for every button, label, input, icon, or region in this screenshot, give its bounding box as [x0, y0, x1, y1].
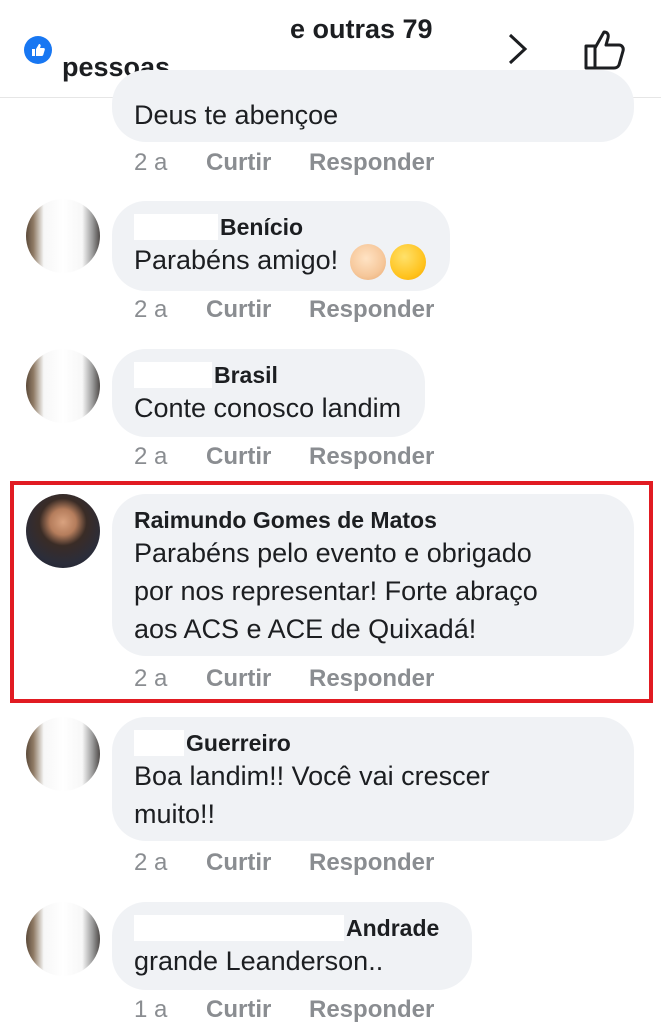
avatar[interactable] [26, 199, 100, 273]
comment-bubble: Andrade grande Leanderson.. [112, 902, 472, 990]
comment-author[interactable]: Raimundo Gomes de Matos [134, 506, 610, 534]
comment-bubble: Brasil Conte conosco landim [112, 349, 426, 437]
reply-button[interactable]: Responder [309, 296, 434, 324]
avatar[interactable] [26, 349, 100, 423]
reply-button[interactable]: Responder [309, 443, 434, 471]
comment-actions: 1 a Curtir Responder [134, 996, 434, 1024]
comment-text: Parabéns amigo! [134, 245, 339, 275]
comment-text: Conte conosco landim [134, 393, 402, 423]
comment-bubble: Deus te abençoe [112, 70, 634, 142]
reactions-count-label[interactable]: e outras 79 [290, 14, 433, 45]
comment-text-line3: aos ACS e ACE de Quixadá! [134, 614, 477, 644]
comment-time: 1 a [134, 996, 168, 1023]
comment-actions: 2 a Curtir Responder [134, 665, 434, 693]
comment-text: Parabéns pelo evento e obrigado [134, 538, 532, 568]
kissing-wink-emoji [389, 243, 426, 280]
reply-button[interactable]: Responder [309, 149, 434, 177]
like-button[interactable]: Curtir [206, 149, 309, 177]
avatar[interactable] [26, 494, 100, 568]
avatar[interactable] [26, 717, 100, 791]
comment-author[interactable]: Brasil [214, 362, 278, 389]
like-button[interactable]: Curtir [206, 996, 309, 1024]
comment-time: 2 a [134, 665, 168, 692]
comment-time: 2 a [134, 149, 168, 176]
comment-text-line2: por nos representar! Forte abraço [134, 576, 538, 606]
redacted-name [134, 362, 212, 388]
comment-time: 2 a [134, 849, 168, 876]
redacted-name [134, 730, 184, 756]
comment-author[interactable]: Andrade [346, 915, 439, 942]
thumbs-up-icon[interactable] [582, 26, 630, 72]
reply-button[interactable]: Responder [309, 849, 434, 877]
like-button[interactable]: Curtir [206, 443, 309, 471]
clapping-hands-emoji [349, 243, 386, 280]
comment-actions: 2 a Curtir Responder [134, 296, 434, 324]
redacted-name [134, 214, 218, 240]
comment-author[interactable]: Benício [220, 214, 303, 241]
comment-actions: 2 a Curtir Responder [134, 443, 434, 471]
comment-time: 2 a [134, 296, 168, 323]
reply-button[interactable]: Responder [309, 665, 434, 693]
reply-button[interactable]: Responder [309, 996, 434, 1024]
comment-bubble: Raimundo Gomes de Matos Parabéns pelo ev… [112, 494, 634, 656]
like-button[interactable]: Curtir [206, 849, 309, 877]
chevron-right-icon[interactable] [500, 30, 534, 68]
comment-time: 2 a [134, 443, 168, 470]
comment-text: Boa landim!! Você vai crescer [134, 761, 490, 791]
comment-text: grande Leanderson.. [134, 946, 384, 976]
avatar[interactable] [26, 902, 100, 976]
like-reaction-icon [24, 36, 52, 64]
comment-bubble: Benício Parabéns amigo! [112, 201, 450, 291]
redacted-name [134, 915, 344, 941]
comment-actions: 2 a Curtir Responder [134, 849, 434, 877]
comment-text-line2: muito!! [134, 799, 216, 829]
comment-bubble: Guerreiro Boa landim!! Você vai crescer … [112, 717, 634, 841]
comment-actions: 2 a Curtir Responder [134, 149, 434, 177]
comment-author[interactable]: Guerreiro [186, 730, 291, 757]
comment-text: Deus te abençoe [134, 100, 339, 130]
like-button[interactable]: Curtir [206, 296, 309, 324]
like-button[interactable]: Curtir [206, 665, 309, 693]
